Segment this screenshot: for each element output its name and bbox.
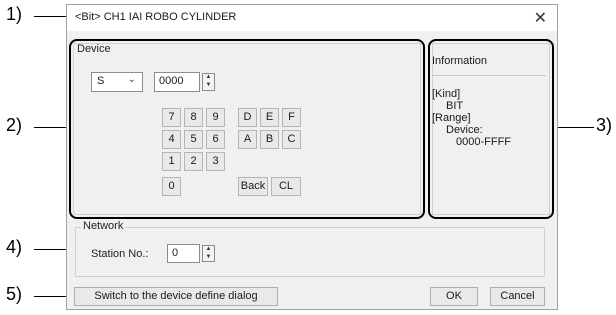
callout-2-line: [34, 127, 70, 128]
key-0[interactable]: 0: [162, 177, 181, 196]
key-b[interactable]: B: [260, 130, 279, 149]
device-type-select[interactable]: S ⌄: [91, 72, 143, 92]
ok-button[interactable]: OK: [430, 287, 478, 306]
key-4[interactable]: 4: [162, 130, 181, 149]
key-8[interactable]: 8: [184, 108, 203, 127]
station-no-input[interactable]: 0: [167, 244, 200, 263]
address-value: 0000: [159, 75, 184, 87]
station-no-stepper[interactable]: ▲ ▼: [202, 245, 215, 262]
close-icon[interactable]: ✕: [534, 8, 547, 28]
dialog-title: <Bit> CH1 IAI ROBO CYLINDER: [75, 11, 237, 23]
address-stepper[interactable]: ▲ ▼: [202, 73, 215, 91]
callout-4: 4): [6, 237, 23, 257]
kind-label: [Kind]: [432, 88, 461, 100]
range-value: 0000-FFFF: [456, 136, 512, 148]
key-5[interactable]: 5: [184, 130, 203, 149]
key-f[interactable]: F: [282, 108, 301, 127]
information-title: Information: [432, 55, 488, 67]
callout-5: 5): [6, 284, 23, 304]
spin-down-icon[interactable]: ▼: [203, 82, 214, 90]
key-9[interactable]: 9: [206, 108, 225, 127]
title-bar: <Bit> CH1 IAI ROBO CYLINDER ✕: [67, 5, 557, 31]
station-no-value: 0: [172, 247, 179, 259]
device-type-value: S: [97, 75, 105, 87]
spin-up-icon[interactable]: ▲: [203, 246, 214, 254]
key-a[interactable]: A: [238, 130, 257, 149]
back-button[interactable]: Back: [238, 177, 268, 196]
key-3[interactable]: 3: [206, 152, 225, 171]
key-2[interactable]: 2: [184, 152, 203, 171]
callout-1-line: [34, 16, 68, 17]
clear-button[interactable]: CL: [271, 177, 301, 196]
key-1[interactable]: 1: [162, 152, 181, 171]
switch-device-define-button[interactable]: Switch to the device define dialog: [74, 287, 278, 306]
key-e[interactable]: E: [260, 108, 279, 127]
key-c[interactable]: C: [282, 130, 301, 149]
callout-2: 2): [6, 115, 23, 135]
range-device-label: Device:: [446, 124, 483, 136]
cancel-button[interactable]: Cancel: [490, 287, 545, 306]
kind-value: BIT: [446, 100, 464, 112]
key-6[interactable]: 6: [206, 130, 225, 149]
callout-1: 1): [6, 4, 23, 24]
device-dialog: <Bit> CH1 IAI ROBO CYLINDER ✕ Device S ⌄…: [66, 4, 558, 310]
key-7[interactable]: 7: [162, 108, 181, 127]
range-label: [Range]: [432, 112, 471, 124]
device-group-label: Device: [77, 43, 111, 55]
station-no-label: Station No.:: [91, 248, 149, 260]
spin-up-icon[interactable]: ▲: [203, 74, 214, 82]
callout-3: 3): [596, 115, 613, 135]
network-group-label: Network: [81, 220, 126, 232]
callout-3-line: [552, 127, 594, 128]
spin-down-icon[interactable]: ▼: [203, 254, 214, 262]
key-d[interactable]: D: [238, 108, 257, 127]
address-input[interactable]: 0000: [154, 72, 200, 92]
chevron-down-icon: ⌄: [127, 74, 136, 85]
information-divider: [432, 75, 546, 76]
